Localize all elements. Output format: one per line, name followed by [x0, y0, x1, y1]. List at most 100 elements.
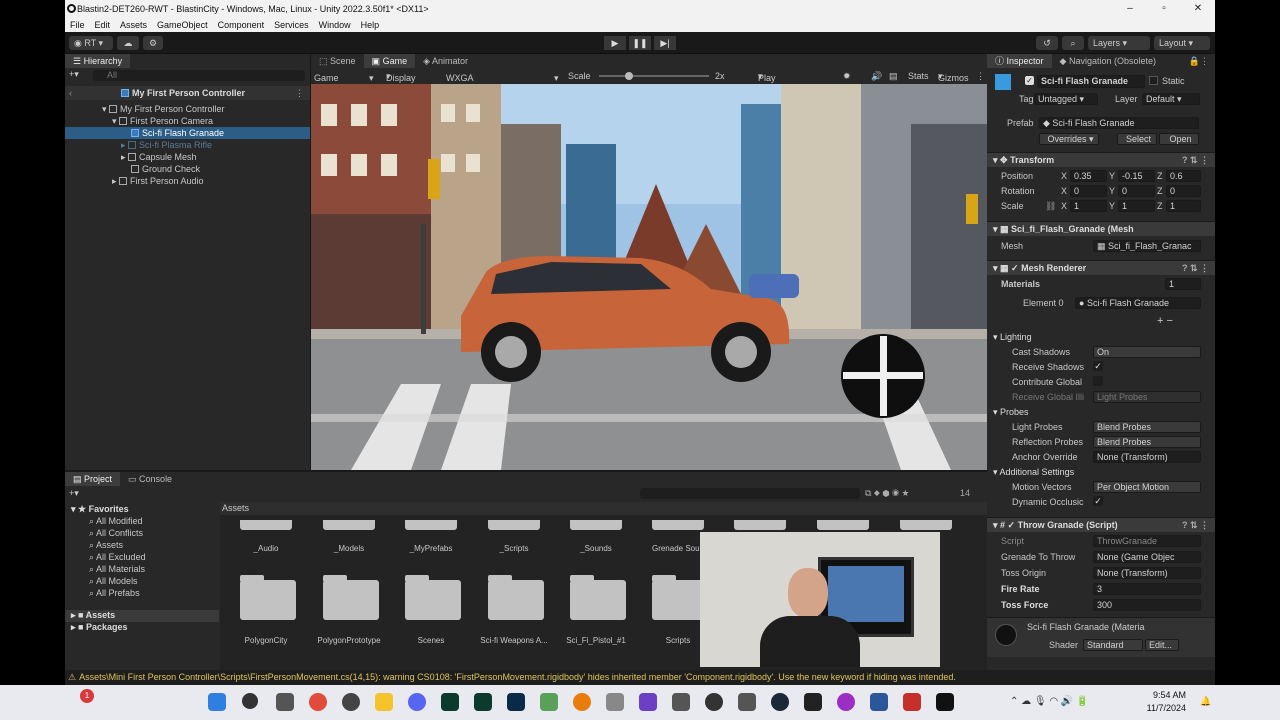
painter-icon[interactable] — [441, 693, 459, 711]
materials-count-field[interactable]: 1 — [1165, 278, 1201, 290]
probes-foldout[interactable]: ▾ Probes — [993, 407, 1029, 418]
prefab-field[interactable]: ◆ Sci-fi Flash Granade — [1039, 117, 1199, 129]
shader-dropdown[interactable]: Standard — [1083, 639, 1143, 651]
hierarchy-item[interactable]: ▾ My First Person Controller — [65, 103, 310, 115]
throw-script-header[interactable]: ▾ # ✓ Throw Granade (Script)? ⇅ ⋮ — [987, 517, 1215, 532]
status-bar[interactable]: ⚠ Assets\Mini First Person Controller\Scr… — [65, 670, 1215, 685]
account-dropdown[interactable]: ◉ RT ▾ — [69, 36, 113, 50]
tab-project[interactable]: ▤ Project — [65, 472, 121, 486]
favorite-item[interactable]: ⌕ Assets — [89, 540, 123, 551]
folder-icon[interactable] — [570, 575, 626, 620]
object-name-field[interactable]: Sci-fi Flash Granade — [1037, 75, 1145, 88]
rotation-z-field[interactable]: 0 — [1166, 185, 1201, 197]
history-icon[interactable]: ↺ — [1036, 36, 1058, 50]
add-icon[interactable]: +▾ — [69, 69, 79, 80]
folder-icon[interactable] — [405, 575, 461, 620]
open-button[interactable]: Open — [1159, 133, 1199, 145]
maximize-button[interactable]: ▫ — [1147, 0, 1181, 18]
display-dropdown[interactable]: Display 1 ▾ — [386, 71, 416, 93]
cast-shadows-dropdown[interactable]: On — [1093, 346, 1201, 358]
audio-icon[interactable]: 🔊 — [871, 71, 882, 82]
tab-animator[interactable]: ◈ Animator — [415, 54, 476, 68]
rotation-y-field[interactable]: 0 — [1118, 185, 1155, 197]
search-icon[interactable] — [242, 693, 258, 709]
hierarchy-item[interactable]: ▸ Capsule Mesh — [65, 151, 310, 163]
minimize-button[interactable]: – — [1113, 0, 1147, 18]
active-checkbox[interactable]: ✓ — [1025, 76, 1034, 85]
dynamic-occlusion-checkbox[interactable]: ✓ — [1093, 496, 1103, 506]
more-icon[interactable]: ⋮ — [976, 71, 985, 82]
bug-icon[interactable]: ✹ — [843, 71, 851, 82]
contribute-global-checkbox[interactable] — [1093, 376, 1103, 386]
app-icon[interactable] — [903, 693, 921, 711]
hierarchy-item[interactable]: Ground Check — [65, 163, 310, 175]
add-asset-icon[interactable]: +▾ — [69, 488, 79, 499]
play-button[interactable]: ▶ — [604, 36, 626, 50]
filter-icons[interactable]: ⧉ ⬥ ⬢ ◉ ★ — [865, 488, 909, 499]
element0-field[interactable]: ● Sci-fi Flash Granade — [1075, 297, 1201, 309]
fire-rate-field[interactable]: 3 — [1093, 583, 1201, 595]
mesh-filter-header[interactable]: ▾ ▦ Sci_fi_Flash_Granade (Mesh — [987, 221, 1215, 236]
more-icon[interactable]: ⋮ — [295, 86, 304, 100]
tray-icons[interactable]: ⌃ ☁ 🎙 ◠ 🔊 🔋 — [1010, 696, 1089, 707]
folder-icon[interactable] — [240, 575, 296, 620]
file-explorer-icon[interactable] — [375, 693, 393, 711]
folder-icon[interactable] — [405, 520, 457, 530]
mesh-field[interactable]: ▦ Sci_fi_Flash_Granac — [1093, 240, 1201, 252]
position-y-field[interactable]: -0.15 — [1118, 170, 1155, 182]
tag-dropdown[interactable]: Untagged ▾ — [1034, 93, 1098, 105]
meta-icon[interactable] — [705, 693, 723, 711]
edit-shader-button[interactable]: Edit... — [1145, 639, 1179, 651]
back-arrow-icon[interactable]: ‹ — [69, 86, 72, 100]
folder-icon[interactable] — [323, 520, 375, 530]
scale-z-field[interactable]: 1 — [1166, 200, 1201, 212]
tab-inspector[interactable]: ⓘ Inspector — [987, 54, 1052, 68]
favorite-item[interactable]: ⌕ All Models — [89, 576, 138, 587]
favorite-item[interactable]: ⌕ All Conflicts — [89, 528, 143, 539]
menu-help[interactable]: Help — [356, 20, 385, 30]
menu-file[interactable]: File — [65, 20, 90, 30]
layer-dropdown[interactable]: Default ▾ — [1142, 93, 1200, 105]
app-icon[interactable] — [837, 693, 855, 711]
favorite-item[interactable]: ⌕ All Prefabs — [89, 588, 140, 599]
folder-icon[interactable] — [488, 575, 544, 620]
folder-icon[interactable] — [734, 520, 786, 530]
grenade-field[interactable]: None (Game Objec — [1093, 551, 1201, 563]
folder-icon[interactable] — [323, 575, 379, 620]
overrides-dropdown[interactable]: Overrides ▾ — [1039, 133, 1099, 145]
light-probes-dropdown[interactable]: Blend Probes — [1093, 421, 1201, 433]
lighting-foldout[interactable]: ▾ Lighting — [993, 332, 1032, 343]
search-icon[interactable]: ⌕ — [1062, 36, 1084, 50]
toss-force-field[interactable]: 300 — [1093, 599, 1201, 611]
collab-icon[interactable]: ⚙ — [143, 36, 163, 50]
app-icon[interactable] — [738, 693, 756, 711]
steam-icon[interactable] — [771, 693, 789, 711]
folder-icon[interactable] — [240, 520, 292, 530]
reflection-probes-dropdown[interactable]: Blend Probes — [1093, 436, 1201, 448]
asset-breadcrumb[interactable]: Assets — [220, 502, 987, 515]
task-view-icon[interactable] — [276, 693, 294, 711]
word-icon[interactable] — [870, 693, 888, 711]
folder-icon[interactable] — [652, 520, 704, 530]
tab-navigation[interactable]: ◆ Navigation (Obsolete) — [1052, 54, 1164, 68]
grid-app-icon[interactable] — [540, 693, 558, 711]
motion-vectors-dropdown[interactable]: Per Object Motion — [1093, 481, 1201, 493]
menu-window[interactable]: Window — [314, 20, 356, 30]
folder-icon[interactable] — [488, 520, 540, 530]
hierarchy-item[interactable]: ▾ First Person Camera — [65, 115, 310, 127]
epic-games-icon[interactable] — [804, 693, 822, 711]
transform-header[interactable]: ▾ ✥ Transform? ⇅ ⋮ — [987, 152, 1215, 167]
menu-services[interactable]: Services — [269, 20, 314, 30]
unity-hub-icon[interactable] — [606, 693, 624, 711]
lock-icon[interactable]: 🔒⋮ — [1189, 56, 1209, 67]
play-focused-dropdown[interactable]: Play Focused ▾ — [758, 71, 793, 93]
toss-origin-field[interactable]: None (Transform) — [1093, 567, 1201, 579]
additional-settings-foldout[interactable]: ▾ Additional Settings — [993, 467, 1074, 478]
gizmo-grid-icon[interactable]: ▤ — [889, 71, 898, 82]
visual-studio-icon[interactable] — [639, 693, 657, 711]
chrome-icon[interactable] — [309, 693, 327, 711]
designer-icon[interactable] — [474, 693, 492, 711]
favorite-item[interactable]: ⌕ All Excluded — [89, 552, 146, 563]
position-z-field[interactable]: 0.6 — [1166, 170, 1201, 182]
game-viewport[interactable] — [311, 84, 987, 470]
